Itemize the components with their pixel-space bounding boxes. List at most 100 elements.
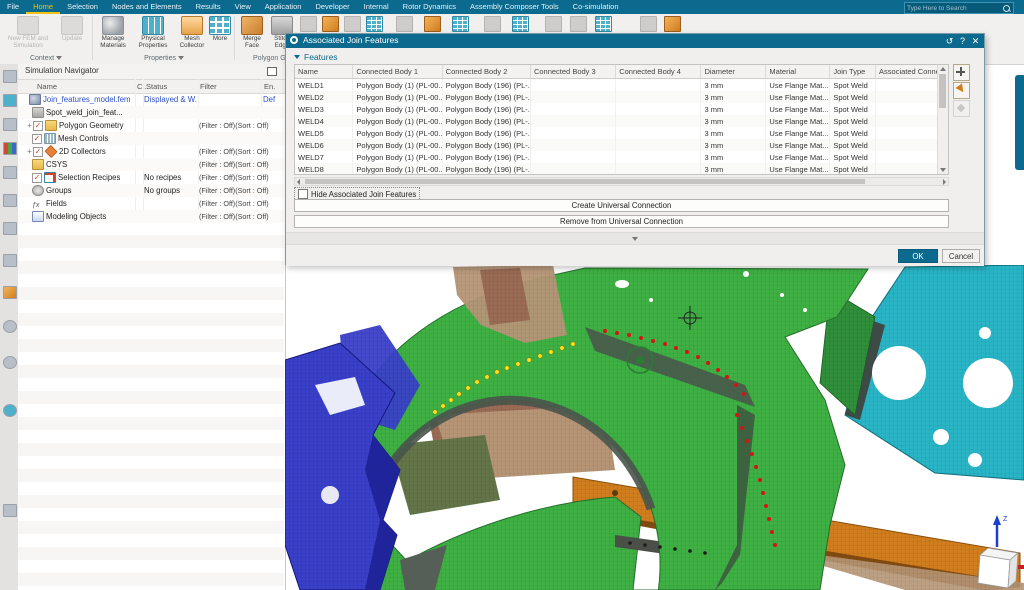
tree-row-fields[interactable]: ƒx Fields (Filter : Off)(Sort : Off) <box>18 197 284 210</box>
tab-home[interactable]: Home <box>26 0 60 14</box>
table-row[interactable]: WELD7Polygon Body (1) (PL-00...Polygon B… <box>295 151 940 163</box>
scroll-up-icon[interactable] <box>940 67 946 71</box>
tab-results[interactable]: Results <box>189 0 228 14</box>
docked-panel-tab[interactable] <box>1015 75 1024 170</box>
collector-stack-icon[interactable] <box>344 16 361 32</box>
command-search-box[interactable] <box>904 2 1014 14</box>
graphics-viewport[interactable]: Z <box>285 265 1024 590</box>
tree-row-fem-model[interactable]: Join_features_model.fem Displayed & W...… <box>18 93 284 106</box>
notification-icon[interactable] <box>3 356 17 369</box>
tree-row-spot-weld-feature[interactable]: Spot_weld_join_feat... <box>18 106 284 119</box>
col-header[interactable]: Connected Body 4 <box>616 65 701 79</box>
col-header[interactable]: Material <box>766 65 830 79</box>
tab-rotor-dynamics[interactable]: Rotor Dynamics <box>396 0 463 14</box>
vertical-scrollbar[interactable] <box>937 65 948 174</box>
gallery-grid-icon[interactable] <box>452 16 469 32</box>
simulation-navigator-icon[interactable] <box>3 94 17 107</box>
reuse-library-icon[interactable] <box>3 166 17 179</box>
tree-row-csys[interactable]: CSYS (Filter : Off)(Sort : Off) <box>18 158 284 171</box>
mesh-collector-button[interactable]: Mesh Collector <box>175 16 209 50</box>
visibility-checkbox[interactable]: ✓ <box>33 147 43 157</box>
expand-icon[interactable]: + <box>26 145 33 158</box>
dialog-title-bar[interactable]: Associated Join Features ↺ ? ✕ <box>286 34 984 48</box>
gear-flash-icon[interactable] <box>484 16 501 32</box>
scrollbar-thumb[interactable] <box>305 179 865 184</box>
help-icon[interactable]: ? <box>956 34 969 48</box>
face-box-icon[interactable] <box>396 16 413 32</box>
gallery-grid-icon[interactable] <box>512 16 529 32</box>
roles-icon[interactable] <box>3 254 17 267</box>
model-cyan-panel[interactable] <box>845 265 1024 480</box>
tab-co-simulation[interactable]: Co-simulation <box>566 0 626 14</box>
close-icon[interactable]: ✕ <box>969 34 982 48</box>
reset-icon[interactable]: ↺ <box>943 34 956 48</box>
eye-icon[interactable] <box>640 16 657 32</box>
tree-row-polygon-geometry[interactable]: + ✓ Polygon Geometry (Filter : Off)(Sort… <box>18 119 284 132</box>
horizontal-scrollbar[interactable] <box>294 177 949 186</box>
node-cluster-icon[interactable] <box>322 16 339 32</box>
tree-row-selection-recipes[interactable]: ✓ Selection Recipes No recipes (Filter :… <box>18 171 284 184</box>
cancel-button[interactable]: Cancel <box>942 249 980 263</box>
col-header[interactable]: Connected Body 2 <box>442 65 530 79</box>
col-env[interactable]: En. <box>264 82 275 91</box>
tab-file[interactable]: File <box>0 0 26 14</box>
tab-developer[interactable]: Developer <box>308 0 356 14</box>
frame-measure-icon[interactable] <box>545 16 562 32</box>
expand-icon[interactable]: + <box>26 119 33 132</box>
col-status[interactable]: Status <box>146 82 167 91</box>
cone-icon[interactable] <box>300 16 317 32</box>
view-manager-icon[interactable] <box>3 142 17 155</box>
process-navigator-icon[interactable] <box>3 222 17 235</box>
history-icon[interactable] <box>3 194 17 207</box>
manage-materials-button[interactable]: Manage Materials <box>95 16 131 50</box>
ok-button[interactable]: OK <box>898 249 938 263</box>
col-header[interactable]: Join Type <box>830 65 876 79</box>
table-row[interactable]: WELD1Polygon Body (1) (PL-00...Polygon B… <box>295 79 940 92</box>
create-universal-connection-button[interactable]: Create Universal Connection <box>294 199 949 212</box>
visibility-checkbox[interactable]: ✓ <box>33 121 43 131</box>
tree-row-groups[interactable]: Groups No groups (Filter : Off)(Sort : O… <box>18 184 284 197</box>
visibility-checkbox[interactable]: ✓ <box>32 173 42 183</box>
tree-row-modeling-objects[interactable]: Modeling Objects (Filter : Off)(Sort : O… <box>18 210 284 223</box>
gallery-grid-icon[interactable] <box>595 16 612 32</box>
chevron-down-icon[interactable] <box>178 56 184 60</box>
assembly-navigator-icon[interactable] <box>3 70 17 83</box>
physical-properties-button[interactable]: Physical Properties <box>133 16 173 50</box>
tab-assembly-composer-tools[interactable]: Assembly Composer Tools <box>463 0 566 14</box>
merge-face-button[interactable]: Merge Face <box>237 16 267 50</box>
scrollbar-thumb[interactable] <box>939 74 946 108</box>
tree-row-mesh-controls[interactable]: ✓ Mesh Controls <box>18 132 284 145</box>
table-row[interactable]: WELD2Polygon Body (1) (PL-00...Polygon B… <box>295 91 940 103</box>
tree-row-2d-collectors[interactable]: + ✓ 2D Collectors (Filter : Off)(Sort : … <box>18 145 284 158</box>
col-header[interactable]: Diameter <box>701 65 766 79</box>
chevron-down-icon[interactable] <box>56 56 62 60</box>
col-header[interactable]: Connected Body 1 <box>353 65 442 79</box>
tab-view[interactable]: View <box>228 0 258 14</box>
frame-measure-icon[interactable] <box>570 16 587 32</box>
checkbox-box[interactable] <box>298 189 308 199</box>
shading-icon[interactable] <box>664 16 681 32</box>
add-feature-button[interactable] <box>953 64 970 81</box>
scroll-left-icon[interactable] <box>297 179 300 185</box>
internet-icon[interactable] <box>3 404 17 417</box>
col-header[interactable]: Name <box>295 65 353 79</box>
visibility-checkbox[interactable]: ✓ <box>32 134 42 144</box>
tab-internal[interactable]: Internal <box>357 0 396 14</box>
table-row[interactable]: WELD3Polygon Body (1) (PL-00...Polygon B… <box>295 103 940 115</box>
search-input[interactable] <box>905 5 1003 12</box>
select-feature-button[interactable] <box>953 82 970 99</box>
tab-selection[interactable]: Selection <box>60 0 105 14</box>
templates-icon[interactable] <box>3 286 17 299</box>
col-header[interactable]: Associated Connection <box>876 65 940 79</box>
gallery-grid-icon[interactable] <box>366 16 383 32</box>
table-row[interactable]: WELD5Polygon Body (1) (PL-00...Polygon B… <box>295 127 940 139</box>
col-name[interactable]: Name <box>37 82 57 91</box>
tab-application[interactable]: Application <box>258 0 309 14</box>
tab-nodes-and-elements[interactable]: Nodes and Elements <box>105 0 189 14</box>
col-header[interactable]: Connected Body 3 <box>530 65 615 79</box>
spark-icon[interactable] <box>424 16 441 32</box>
part-navigator-icon[interactable] <box>3 118 17 131</box>
remove-from-universal-connection-button[interactable]: Remove from Universal Connection <box>294 215 949 228</box>
col-filter[interactable]: Filter <box>200 82 217 91</box>
table-row[interactable]: WELD6Polygon Body (1) (PL-00...Polygon B… <box>295 139 940 151</box>
